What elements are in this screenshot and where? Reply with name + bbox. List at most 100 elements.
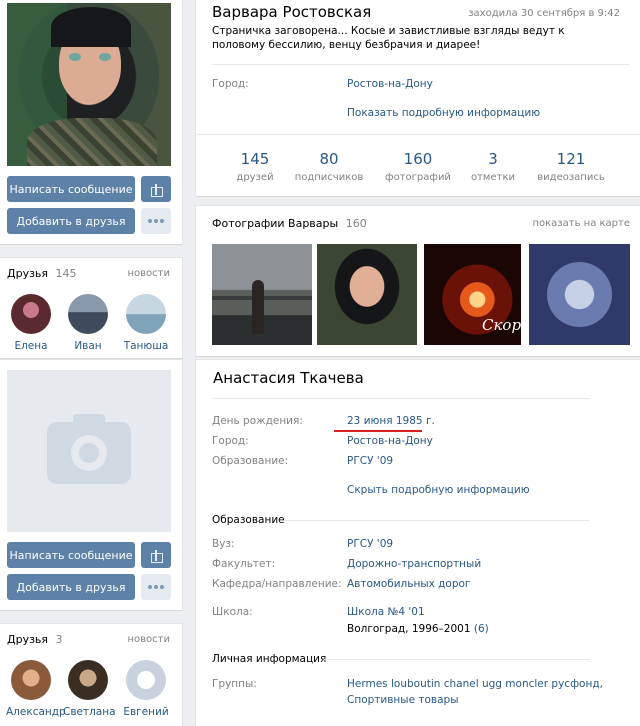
school-label: Школа: xyxy=(212,606,253,618)
friend-avatar xyxy=(11,294,51,334)
profile2-name: Анастасия Ткачева xyxy=(213,369,364,387)
groups-label: Группы: xyxy=(212,678,257,690)
profile-info-card: Варвара Ростовская заходила 30 сентября … xyxy=(196,0,640,196)
counter-value: 80 xyxy=(319,150,339,168)
friends-news-link[interactable]: новости xyxy=(128,634,171,645)
friends-header[interactable]: Друзья 3 xyxy=(7,633,63,646)
more-actions-button[interactable] xyxy=(141,574,171,600)
add-friend-button[interactable]: Добавить в друзья xyxy=(7,208,135,234)
friends-title: Друзья xyxy=(7,633,49,646)
faculty-label: Факультет: xyxy=(212,558,276,570)
city-label: Город: xyxy=(212,435,249,447)
chair-label: Кафедра/направление: xyxy=(212,578,342,590)
profile-status[interactable]: Страничка заговорена... Косые и завистли… xyxy=(212,24,612,52)
counter-friends[interactable]: 145 друзей xyxy=(215,150,295,183)
photos-title: Фотографии Варвары xyxy=(212,217,339,230)
education-label: Образование: xyxy=(212,455,289,467)
birthday-underline xyxy=(334,430,422,432)
send-gift-button[interactable] xyxy=(141,542,171,568)
counter-label: видеозапись xyxy=(537,172,605,183)
friends-count: 145 xyxy=(55,267,77,280)
more-actions-button[interactable] xyxy=(141,208,171,234)
send-gift-button[interactable] xyxy=(141,176,171,202)
friend-item[interactable]: Танюша xyxy=(121,294,171,352)
friend-avatar xyxy=(68,294,108,334)
photos-count: 160 xyxy=(345,217,367,230)
avatar-card-2: Написать сообщение Добавить в друзья xyxy=(0,360,182,610)
photos-card: Фотографии Варвары 160 показать на карте… xyxy=(196,206,640,356)
profile-avatar[interactable] xyxy=(7,3,171,166)
counter-value: 145 xyxy=(240,150,270,168)
more-icon xyxy=(148,585,164,589)
add-friend-button[interactable]: Добавить в друзья xyxy=(7,574,135,600)
counter-label: отметки xyxy=(470,172,515,183)
photo-thumb[interactable] xyxy=(317,244,417,345)
gift-icon xyxy=(151,549,163,563)
friend-avatar xyxy=(68,660,108,700)
counter-value: 3 xyxy=(488,150,498,168)
friend-name: Иван xyxy=(74,340,102,352)
friends-header[interactable]: Друзья 145 xyxy=(7,267,77,280)
school-classmates-link[interactable]: (6) xyxy=(474,623,489,635)
divider xyxy=(212,64,630,65)
chair-link[interactable]: Автомобильных дорог xyxy=(347,578,470,590)
city-label: Город: xyxy=(212,78,249,90)
photo-thumb[interactable] xyxy=(212,244,312,345)
profile-name: Варвара Ростовская xyxy=(212,3,372,21)
school-link[interactable]: Школа №4 '01 xyxy=(347,606,425,618)
friend-item[interactable]: Елена xyxy=(6,294,56,352)
education-section-title: Образование xyxy=(212,514,285,526)
city-link[interactable]: Ростов-на-Дону xyxy=(347,435,433,447)
friend-avatar xyxy=(126,660,166,700)
friends-count: 3 xyxy=(55,633,63,646)
friends-title: Друзья xyxy=(7,267,49,280)
groups-link[interactable]: Hermes louboutin chanel ugg moncler русф… xyxy=(347,678,603,690)
counter-videos[interactable]: 121 видеозапись xyxy=(531,150,611,183)
counter-label: фотографий xyxy=(385,172,451,183)
friend-name: Светлана xyxy=(63,706,116,718)
friend-item[interactable]: Александр xyxy=(6,660,66,718)
university-link[interactable]: РГСУ '09 xyxy=(347,538,393,550)
counter-tags[interactable]: 3 отметки xyxy=(453,150,533,183)
photo-caption: Скорбим xyxy=(482,316,521,334)
hide-details-link[interactable]: Скрыть подробную информацию xyxy=(347,484,530,496)
city-link[interactable]: Ростов-на-Дону xyxy=(347,78,433,90)
personal-section-title: Личная информация xyxy=(212,653,327,665)
default-dog-icon xyxy=(137,671,155,689)
friend-item[interactable]: Евгений xyxy=(121,660,171,718)
camera-placeholder[interactable] xyxy=(7,370,171,532)
photo-thumb[interactable] xyxy=(529,244,630,345)
friends-news-link[interactable]: новости xyxy=(128,268,171,279)
show-on-map-link[interactable]: показать на карте xyxy=(532,218,630,229)
more-icon xyxy=(148,219,164,223)
last-seen: заходила 30 сентября в 9:42 xyxy=(468,8,620,19)
friend-name: Александр xyxy=(6,706,66,718)
avatar-card: Написать сообщение Добавить в друзья xyxy=(0,0,182,244)
friends-card-2: Друзья 3 новости Александр Светлана Евге… xyxy=(0,624,182,726)
birthday-label: День рождения: xyxy=(212,415,303,427)
friends-card: Друзья 145 новости Елена Иван Танюша xyxy=(0,258,182,358)
photo-thumb[interactable]: Скорбим xyxy=(424,244,521,345)
divider xyxy=(284,520,590,521)
birthday-link[interactable]: 23 июня 1985 г. xyxy=(347,415,435,427)
faculty-link[interactable]: Дорожно-транспортный xyxy=(347,558,481,570)
friend-name: Евгений xyxy=(123,706,169,718)
photos-header[interactable]: Фотографии Варвары 160 xyxy=(212,217,367,230)
send-message-button[interactable]: Написать сообщение xyxy=(7,176,135,202)
school-place-text: Волгоград, 1996–2001 xyxy=(347,623,471,635)
friend-item[interactable]: Иван xyxy=(63,294,113,352)
show-details-link[interactable]: Показать подробную информацию xyxy=(347,107,540,119)
groups-link[interactable]: Спортивные товары xyxy=(347,694,459,706)
counter-value: 160 xyxy=(403,150,433,168)
counter-followers[interactable]: 80 подписчиков xyxy=(289,150,369,183)
divider xyxy=(196,134,640,135)
education-link[interactable]: РГСУ '09 xyxy=(347,455,393,467)
counter-photos[interactable]: 160 фотографий xyxy=(378,150,458,183)
send-message-button[interactable]: Написать сообщение xyxy=(7,542,135,568)
camera-icon xyxy=(47,414,131,484)
friend-item[interactable]: Светлана xyxy=(63,660,116,718)
friend-name: Елена xyxy=(14,340,48,352)
divider xyxy=(212,398,590,399)
school-place: Волгоград, 1996–2001 (6) xyxy=(347,623,489,635)
friend-name: Танюша xyxy=(123,340,169,352)
